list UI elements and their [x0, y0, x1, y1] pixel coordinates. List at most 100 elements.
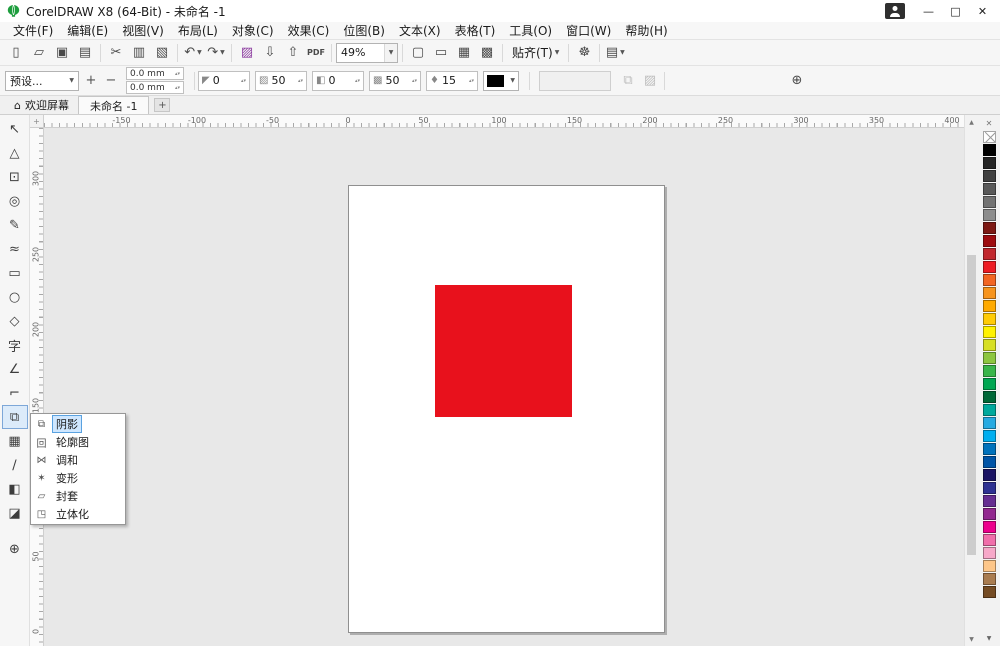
stepper-icon[interactable]: ▴▾: [175, 85, 180, 91]
color-swatch[interactable]: [983, 508, 996, 520]
stepper-icon[interactable]: ▴▾: [355, 78, 360, 84]
red-rectangle[interactable]: [435, 285, 572, 417]
color-swatch[interactable]: [983, 157, 996, 169]
shape-tool[interactable]: △: [2, 141, 28, 165]
color-swatch[interactable]: [983, 144, 996, 156]
shadow-extend-field[interactable]: ▨50▴▾: [255, 71, 307, 91]
scroll-up-icon[interactable]: ▲: [965, 115, 978, 129]
color-swatch[interactable]: [983, 235, 996, 247]
drawing-canvas[interactable]: [44, 128, 964, 646]
show-guidelines-button[interactable]: ▩: [476, 42, 498, 64]
color-swatch[interactable]: [983, 404, 996, 416]
shadow-angle-field[interactable]: ◤0▴▾: [198, 71, 250, 91]
add-preset-button[interactable]: +: [83, 73, 99, 89]
color-swatch[interactable]: [983, 209, 996, 221]
color-swatch[interactable]: [983, 222, 996, 234]
undo-button[interactable]: ↶▼: [182, 42, 204, 64]
crop-tool[interactable]: ⊡: [2, 165, 28, 189]
color-swatch[interactable]: [983, 352, 996, 364]
menu-item[interactable]: 位图(B): [336, 22, 392, 39]
stepper-icon[interactable]: ▴▾: [298, 78, 303, 84]
menu-item[interactable]: 文件(F): [6, 22, 60, 39]
ellipse-tool[interactable]: ○: [2, 285, 28, 309]
color-swatch[interactable]: [983, 365, 996, 377]
ruler-origin[interactable]: +: [30, 115, 44, 128]
color-swatch[interactable]: [983, 391, 996, 403]
color-swatch[interactable]: [983, 300, 996, 312]
color-swatch[interactable]: [983, 378, 996, 390]
menu-item[interactable]: 布局(L): [171, 22, 225, 39]
shadow-color-select[interactable]: ▼: [483, 71, 519, 91]
redo-button[interactable]: ↷▼: [205, 42, 227, 64]
preset-select[interactable]: 预设... ▼: [5, 71, 79, 91]
color-swatch[interactable]: [983, 339, 996, 351]
artistic-media-tool[interactable]: ≈: [2, 237, 28, 261]
color-swatch[interactable]: [983, 573, 996, 585]
stepper-icon[interactable]: ▴▾: [241, 78, 246, 84]
color-swatch[interactable]: [983, 313, 996, 325]
interactive-fill-tool[interactable]: ◧: [2, 477, 28, 501]
snap-to-dropdown[interactable]: 贴齐(T)▼: [507, 42, 564, 64]
drop-shadow-tool[interactable]: ⧉: [2, 405, 28, 429]
color-swatch[interactable]: [983, 274, 996, 286]
color-swatch[interactable]: [983, 287, 996, 299]
color-swatch[interactable]: [983, 248, 996, 260]
color-swatch[interactable]: [983, 547, 996, 559]
flyout-item[interactable]: ⋈调和: [32, 451, 124, 469]
color-swatch[interactable]: [983, 586, 996, 598]
open-button[interactable]: ▱: [28, 42, 50, 64]
search-content-button[interactable]: ▨: [236, 42, 258, 64]
document-tab[interactable]: 未命名 -1: [78, 96, 149, 114]
remove-preset-button[interactable]: −: [103, 73, 119, 89]
color-swatch[interactable]: [983, 521, 996, 533]
menu-item[interactable]: 帮助(H): [618, 22, 674, 39]
color-swatch[interactable]: [983, 456, 996, 468]
palette-close-icon[interactable]: ✕: [983, 117, 996, 129]
options-button[interactable]: ☸: [573, 42, 595, 64]
quick-customize-button[interactable]: ⊕: [786, 70, 808, 92]
flyout-item[interactable]: ✶变形: [32, 469, 124, 487]
publish-pdf-button[interactable]: PDF: [305, 42, 327, 64]
color-swatch[interactable]: [983, 326, 996, 338]
palette-scroll-down-icon[interactable]: ▼: [987, 635, 992, 646]
shadow-fade-field[interactable]: ◧0▴▾: [312, 71, 364, 91]
application-launcher-button[interactable]: ▤▼: [604, 42, 626, 64]
export-button[interactable]: ⇧: [282, 42, 304, 64]
zoom-tool[interactable]: ◎: [2, 189, 28, 213]
shadow-feather-field[interactable]: ♦15▴▾: [426, 71, 478, 91]
flyout-item[interactable]: ◳立体化: [32, 505, 124, 523]
vertical-scrollbar[interactable]: ▲ ▼: [964, 115, 978, 646]
color-swatch[interactable]: [983, 560, 996, 572]
rectangle-tool[interactable]: ▭: [2, 261, 28, 285]
zoom-level-select[interactable]: 49%▼: [336, 43, 398, 63]
color-swatch[interactable]: [983, 261, 996, 273]
menu-item[interactable]: 工具(O): [502, 22, 559, 39]
color-swatch[interactable]: [983, 183, 996, 195]
menu-item[interactable]: 对象(C): [225, 22, 281, 39]
stepper-icon[interactable]: ▴▾: [412, 78, 417, 84]
save-button[interactable]: ▣: [51, 42, 73, 64]
shadow-offset-x-field[interactable]: 0.0 mm ▴▾: [126, 67, 184, 80]
page[interactable]: [348, 185, 665, 633]
polygon-tool[interactable]: ◇: [2, 309, 28, 333]
toolbox-more-button[interactable]: ⊕: [2, 537, 28, 561]
horizontal-ruler[interactable]: -150-100-50050100150200250300350400: [44, 115, 964, 128]
stepper-icon[interactable]: ▴▾: [175, 71, 180, 77]
scrollbar-thumb[interactable]: [967, 255, 976, 555]
flyout-item[interactable]: 回轮廓图: [32, 433, 124, 451]
flyout-item[interactable]: ⧉阴影: [32, 415, 124, 433]
show-grid-button[interactable]: ▦: [453, 42, 475, 64]
shadow-opacity-field[interactable]: ▩50▴▾: [369, 71, 421, 91]
transparency-tool[interactable]: ▦: [2, 429, 28, 453]
copy-button[interactable]: ▥: [128, 42, 150, 64]
shadow-offset-y-field[interactable]: 0.0 mm ▴▾: [126, 81, 184, 94]
color-eyedropper-tool[interactable]: ∕: [2, 453, 28, 477]
color-swatch[interactable]: [983, 170, 996, 182]
menu-item[interactable]: 效果(C): [281, 22, 337, 39]
minimize-button[interactable]: —: [915, 2, 942, 20]
vertical-ruler[interactable]: 300250200150100500: [30, 128, 44, 646]
connector-tool[interactable]: ⌐: [2, 381, 28, 405]
print-button[interactable]: ▤: [74, 42, 96, 64]
import-button[interactable]: ⇩: [259, 42, 281, 64]
smart-fill-tool[interactable]: ◪: [2, 501, 28, 525]
